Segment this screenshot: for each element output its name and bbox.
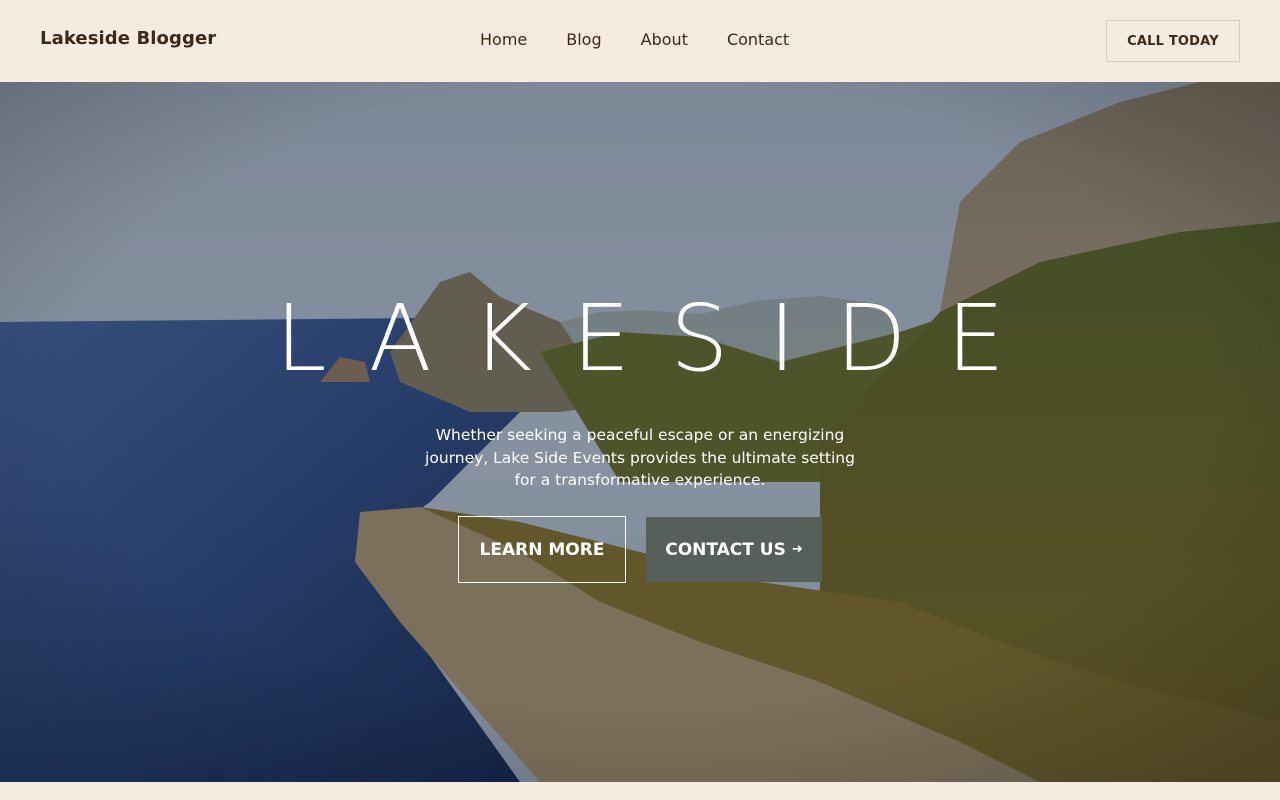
nav-contact-link[interactable]: Contact bbox=[727, 30, 789, 49]
contact-us-button[interactable]: CONTACT US ➜ bbox=[646, 517, 822, 582]
nav-blog-link[interactable]: Blog bbox=[566, 30, 601, 49]
call-today-button[interactable]: CALL TODAY bbox=[1106, 20, 1240, 62]
main-nav: Home Blog About Contact bbox=[480, 30, 789, 49]
page-bottom-strip bbox=[0, 782, 1280, 800]
nav-about-link[interactable]: About bbox=[641, 30, 688, 49]
hero-title: LAKESIDE bbox=[275, 285, 1045, 392]
nav-home-link[interactable]: Home bbox=[480, 30, 527, 49]
learn-more-button[interactable]: LEARN MORE bbox=[458, 516, 626, 583]
hero-section: LAKESIDE Whether seeking a peaceful esca… bbox=[0, 82, 1280, 782]
contact-us-label: CONTACT US bbox=[665, 539, 786, 560]
arrow-right-icon: ➜ bbox=[791, 542, 803, 557]
site-header: Lakeside Blogger Home Blog About Contact… bbox=[0, 0, 1280, 82]
site-brand[interactable]: Lakeside Blogger bbox=[40, 28, 216, 49]
hero-description: Whether seeking a peaceful escape or an … bbox=[425, 426, 855, 489]
